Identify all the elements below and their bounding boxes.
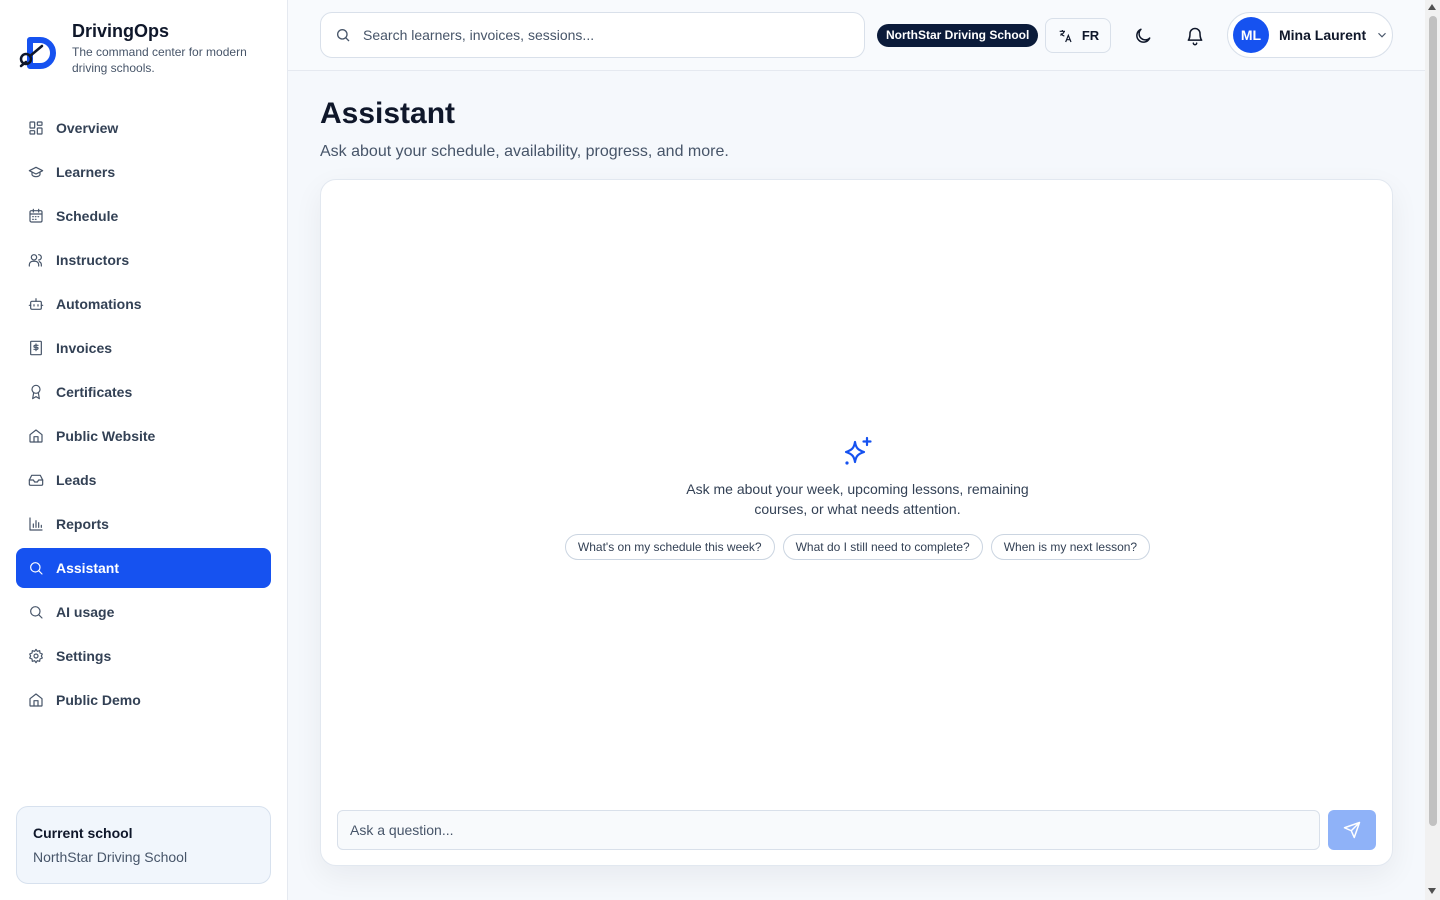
sidebar: DrivingOps The command center for modern… — [0, 0, 288, 900]
sidebar-item-label: Schedule — [56, 208, 119, 224]
sidebar-item-label: Automations — [56, 296, 142, 312]
sidebar-item-public-demo[interactable]: Public Demo — [16, 680, 271, 720]
sidebar-item-learners[interactable]: Learners — [16, 152, 271, 192]
sidebar-item-label: Certificates — [56, 384, 133, 400]
current-school-card: Current school NorthStar Driving School — [16, 806, 271, 884]
language-label: FR — [1081, 28, 1100, 43]
inbox-icon — [28, 474, 44, 486]
home-icon — [29, 693, 43, 707]
sidebar-item-label: Settings — [56, 648, 112, 664]
suggestion-chip[interactable]: What's on my schedule this week? — [564, 534, 775, 560]
search-icon — [30, 562, 43, 575]
sidebar-item-reports[interactable]: Reports — [16, 504, 271, 544]
brand-text: DrivingOps The command center for modern… — [72, 20, 262, 76]
current-school-title: Current school — [33, 825, 133, 841]
translate-icon — [1059, 29, 1072, 42]
scrollbar-thumb[interactable] — [1429, 16, 1437, 826]
brand-name: DrivingOps — [72, 21, 170, 41]
sidebar-item-schedule[interactable]: Schedule — [16, 196, 271, 236]
grid-icon — [29, 121, 43, 135]
scroll-down-arrow-icon[interactable] — [1428, 888, 1436, 894]
page-subtitle: Ask about your schedule, availability, p… — [320, 143, 729, 160]
search-input[interactable] — [363, 27, 843, 43]
sidebar-item-settings[interactable]: Settings — [16, 636, 271, 676]
sidebar-item-certificates[interactable]: Certificates — [16, 372, 271, 412]
sidebar-item-public-website[interactable]: Public Website — [16, 416, 271, 456]
suggestion-chips: What's on my schedule this week? What do… — [321, 534, 1394, 560]
page-scrollbar[interactable] — [1425, 0, 1440, 900]
sidebar-item-ai-usage[interactable]: AI usage — [16, 592, 271, 632]
sidebar-item-automations[interactable]: Automations — [16, 284, 271, 324]
home-icon — [29, 429, 43, 443]
page-title: Assistant — [320, 97, 456, 130]
receipt-icon — [30, 340, 42, 356]
suggestion-chip[interactable]: When is my next lesson? — [990, 534, 1151, 560]
school-badge: NorthStar Driving School — [877, 24, 1039, 47]
sidebar-item-leads[interactable]: Leads — [16, 460, 271, 500]
chevron-down-icon — [1378, 32, 1387, 38]
moon-icon — [1136, 28, 1151, 43]
calendar-icon — [29, 208, 43, 223]
sidebar-nav: Overview Learners Schedule Instructors A… — [16, 108, 271, 724]
sidebar-item-label: Reports — [56, 516, 109, 532]
brand-tagline: The command center for modern driving sc… — [72, 45, 247, 75]
current-school-name: NorthStar Driving School — [33, 849, 188, 865]
sidebar-item-label: Public Website — [56, 428, 156, 444]
global-search[interactable] — [320, 12, 865, 58]
sparkles-icon — [844, 436, 872, 465]
language-toggle-button[interactable]: FR — [1045, 18, 1111, 53]
send-button[interactable] — [1328, 810, 1376, 850]
notifications-button[interactable] — [1179, 20, 1211, 52]
sidebar-item-label: Assistant — [56, 560, 120, 576]
search-icon — [30, 606, 43, 619]
sidebar-item-assistant[interactable]: Assistant — [16, 548, 271, 588]
sidebar-item-label: Invoices — [56, 340, 113, 356]
sidebar-item-overview[interactable]: Overview — [16, 108, 271, 148]
theme-toggle-button[interactable] — [1127, 20, 1159, 52]
user-name: Mina Laurent — [1279, 27, 1367, 43]
sidebar-item-label: Overview — [56, 120, 119, 136]
sidebar-item-label: AI usage — [56, 604, 115, 620]
empty-state-text: Ask me about your week, upcoming lessons… — [686, 481, 1029, 517]
message-input[interactable] — [350, 811, 1310, 849]
scroll-up-arrow-icon[interactable] — [1428, 4, 1436, 10]
users-icon — [28, 254, 42, 267]
bot-icon — [28, 298, 44, 310]
logo-icon — [19, 37, 56, 69]
brand[interactable]: DrivingOps The command center for modern… — [18, 20, 262, 76]
chat-panel: Ask me about your week, upcoming lessons… — [320, 179, 1393, 866]
sidebar-item-invoices[interactable]: Invoices — [16, 328, 271, 368]
send-icon — [1343, 821, 1361, 839]
gear-icon — [29, 648, 43, 664]
sidebar-item-label: Public Demo — [56, 692, 141, 708]
sidebar-item-label: Leads — [56, 472, 97, 488]
suggestion-chip[interactable]: What do I still need to complete? — [782, 534, 983, 560]
award-icon — [31, 384, 41, 400]
avatar: ML — [1233, 17, 1269, 53]
sidebar-item-label: Instructors — [56, 252, 130, 268]
message-composer[interactable] — [337, 810, 1320, 850]
bar-chart-icon — [29, 517, 43, 531]
sidebar-item-instructors[interactable]: Instructors — [16, 240, 271, 280]
bell-icon — [1187, 27, 1203, 46]
topbar: NorthStar Driving School FR ML Mina Laur… — [288, 0, 1425, 71]
user-menu-button[interactable]: ML Mina Laurent — [1227, 12, 1393, 58]
sidebar-item-label: Learners — [56, 164, 116, 180]
empty-state: Ask me about your week, upcoming lessons… — [321, 435, 1394, 560]
search-icon — [337, 29, 350, 42]
graduation-cap-icon — [28, 166, 44, 178]
